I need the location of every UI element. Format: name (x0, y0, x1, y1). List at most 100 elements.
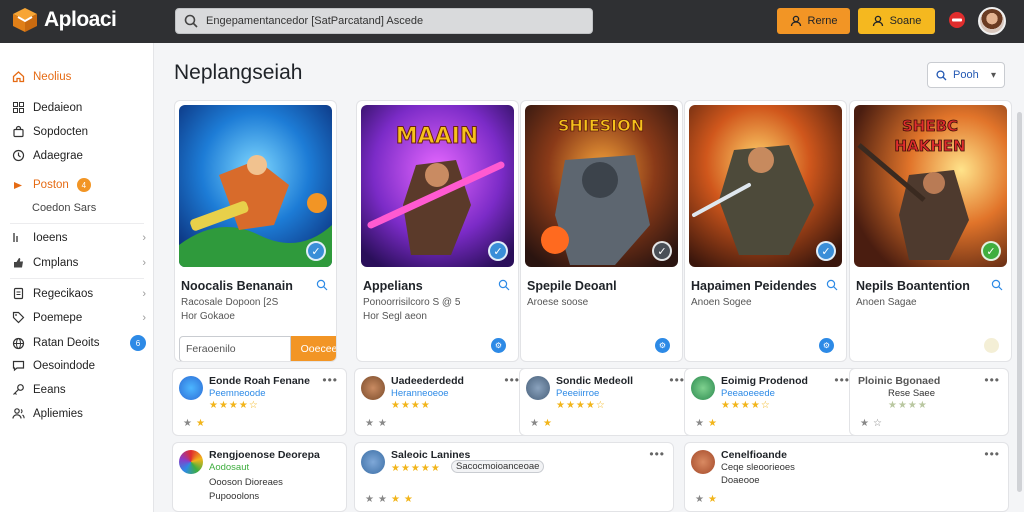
card-action-icon[interactable]: ⚙ (655, 338, 670, 353)
list-item-detail: Doaeooe (721, 475, 760, 486)
avatar (691, 450, 715, 474)
grid-icon (13, 102, 24, 113)
search-input[interactable]: Engepamentancedor [SatParcatand] Ascede (175, 8, 593, 34)
game-card[interactable]: SHEBC HAKHEN ✓ Nepils Boantention Anoen … (849, 100, 1012, 362)
list-item-subtitle: Rese Saee (888, 388, 936, 399)
sidebar-item-region[interactable]: Ratan Deoits 6 (12, 335, 146, 351)
sort-dropdown[interactable]: Pooh ▾ (927, 62, 1005, 88)
more-icon[interactable]: ••• (504, 373, 520, 387)
card-meta: Aroese soose (527, 297, 589, 308)
list-item-subtitle: Peeeiirroe (556, 388, 600, 399)
sidebar-item-home[interactable]: Neolius (12, 70, 146, 83)
scrollbar[interactable] (1017, 112, 1022, 492)
list-item-title: Cenelfioande (721, 449, 787, 461)
search-icon[interactable] (826, 279, 838, 291)
sidebar-item-recent[interactable]: Adaegrae (12, 149, 146, 162)
game-art[interactable]: ✓ (179, 105, 332, 267)
thumb-icon (14, 258, 23, 268)
secondary-button[interactable]: Soane (858, 8, 935, 34)
sidebar-divider (10, 278, 144, 279)
sidebar: Neolius Dedaieon Sopdocten Adaegrae Post… (0, 43, 154, 512)
rating-stars: ★★★★ (391, 400, 431, 411)
list-item[interactable]: Cenelfioande Ceqe sleoorieoes Doaeooe ••… (684, 442, 1009, 512)
list-item[interactable]: Uadeederdedd Heranneoeoe ★★★★ ••• ★★ (354, 368, 529, 436)
game-card[interactable]: SHIESION ✓ Spepile Deoanl Aroese soose ⚙ (520, 100, 683, 362)
sidebar-item-shop[interactable]: Sopdocten (12, 125, 146, 138)
doc-icon (13, 287, 24, 300)
game-card[interactable]: ✓ Noocalis Benanain Racosale Dopoon [2S … (174, 100, 337, 362)
user-avatar[interactable] (978, 7, 1006, 35)
list-item-subtitle: Heranneoeoe (391, 388, 449, 399)
list-item[interactable]: Eonde Roah Fenane Peemneoode ★★★★☆ ••• ★… (172, 368, 347, 436)
app-logo[interactable]: Aploaci (12, 7, 117, 33)
notification-icon[interactable] (947, 10, 967, 30)
list-item[interactable]: Saleoic Lanines ★★★★★ Sacocmoioanceoae •… (354, 442, 674, 512)
more-icon[interactable]: ••• (669, 373, 685, 387)
card-title: Spepile Deoanl (527, 279, 617, 293)
rating-stars: ★★★★ (888, 400, 928, 411)
primary-button[interactable]: Rerne (777, 8, 850, 34)
list-item[interactable]: Eoimig Prodenod Peeaoeeede ★★★★☆ ••• ★★ (684, 368, 859, 436)
app-name: Aploaci (44, 8, 117, 31)
game-card[interactable]: ✓ Hapaimen Peidendes Anoen Sogee ⚙ (684, 100, 847, 362)
card-action-icon[interactable] (984, 338, 999, 353)
card-action-icon[interactable]: ⚙ (819, 338, 834, 353)
search-icon[interactable] (991, 279, 1003, 291)
card-meta: Anoen Sagae (856, 297, 917, 308)
sidebar-item-stats[interactable]: Ioeens › (12, 231, 146, 244)
game-art[interactable]: ✓ (689, 105, 842, 267)
list-item[interactable]: Rengjoenose Deorepa Aodosaut Oooson Dior… (172, 442, 347, 512)
search-icon[interactable] (498, 279, 510, 291)
more-icon[interactable]: ••• (834, 373, 850, 387)
game-art[interactable]: MAAIN ✓ (361, 105, 514, 267)
avatar (361, 450, 385, 474)
game-card[interactable]: MAAIN ✓ Appelians Ponoorrisilcoro S @ 5 … (356, 100, 519, 362)
chat-icon (12, 360, 25, 372)
more-icon[interactable]: ••• (984, 447, 1000, 461)
sidebar-item-posts[interactable]: Poston 4 (12, 178, 146, 192)
avatar (691, 376, 715, 400)
search-icon (184, 14, 198, 28)
verified-icon: ✓ (816, 241, 836, 261)
rating-stars: ★★★★★ (391, 463, 441, 474)
card-meta: Hor Gokaoe (181, 311, 235, 322)
more-icon[interactable]: ••• (984, 373, 1000, 387)
footer-icons: ★★ (530, 418, 556, 429)
sidebar-item-keys[interactable]: Eeans (12, 383, 146, 396)
search-icon (936, 69, 947, 80)
list-item-tag: Sacocmoioanceoae (451, 460, 545, 473)
more-icon[interactable]: ••• (649, 447, 665, 461)
avatar (179, 450, 203, 474)
search-icon[interactable] (316, 279, 328, 291)
sidebar-subitem[interactable]: Coedon Sars (32, 202, 96, 214)
list-item[interactable]: Sondic Medeoll Peeeiirroe ★★★★☆ ••• ★★ (519, 368, 694, 436)
list-item-subtitle: Ceqe sleoorieoes (721, 462, 795, 473)
more-icon[interactable]: ••• (322, 373, 338, 387)
sidebar-item-reports[interactable]: Regecikaos › (12, 287, 146, 300)
footer-icons: ★★ (365, 418, 391, 429)
chart-icon (13, 233, 18, 242)
verified-icon: ✓ (981, 241, 1001, 261)
list-item-subtitle: Aodosaut (209, 462, 250, 473)
verified-icon: ✓ (488, 241, 508, 261)
verified-icon: ✓ (652, 241, 672, 261)
card-title: Appelians (363, 279, 423, 293)
search-text: Engepamentancedor [SatParcatand] Ascede (206, 15, 424, 27)
top-bar: Aploaci Engepamentancedor [SatParcatand]… (0, 0, 1024, 43)
sidebar-item-dashboard[interactable]: Dedaieon (12, 101, 146, 114)
card-go-button[interactable]: Ooecee (291, 336, 336, 361)
footer-icons: ★★★★ (365, 494, 417, 505)
card-title: Noocalis Benanain (181, 279, 293, 293)
card-input[interactable]: Feraoenilo (179, 336, 291, 361)
sidebar-item-complaints[interactable]: Cmplans › (12, 256, 146, 269)
sidebar-item-promos[interactable]: Poemepe › (12, 311, 146, 324)
card-action-icon[interactable]: ⚙ (491, 338, 506, 353)
sidebar-item-users[interactable]: Apliemies (12, 407, 146, 420)
chevron-right-icon: › (142, 256, 146, 269)
primary-button-label: Rerne (807, 15, 838, 27)
game-art[interactable]: SHEBC HAKHEN ✓ (854, 105, 1007, 267)
sidebar-item-messages[interactable]: Oesoindode (12, 359, 146, 372)
list-item-title: Eoimig Prodenod (721, 375, 808, 387)
game-art[interactable]: SHIESION ✓ (525, 105, 678, 267)
list-item[interactable]: Ploinic Bgonaed Rese Saee ★★★★ ••• ★☆ (849, 368, 1009, 436)
